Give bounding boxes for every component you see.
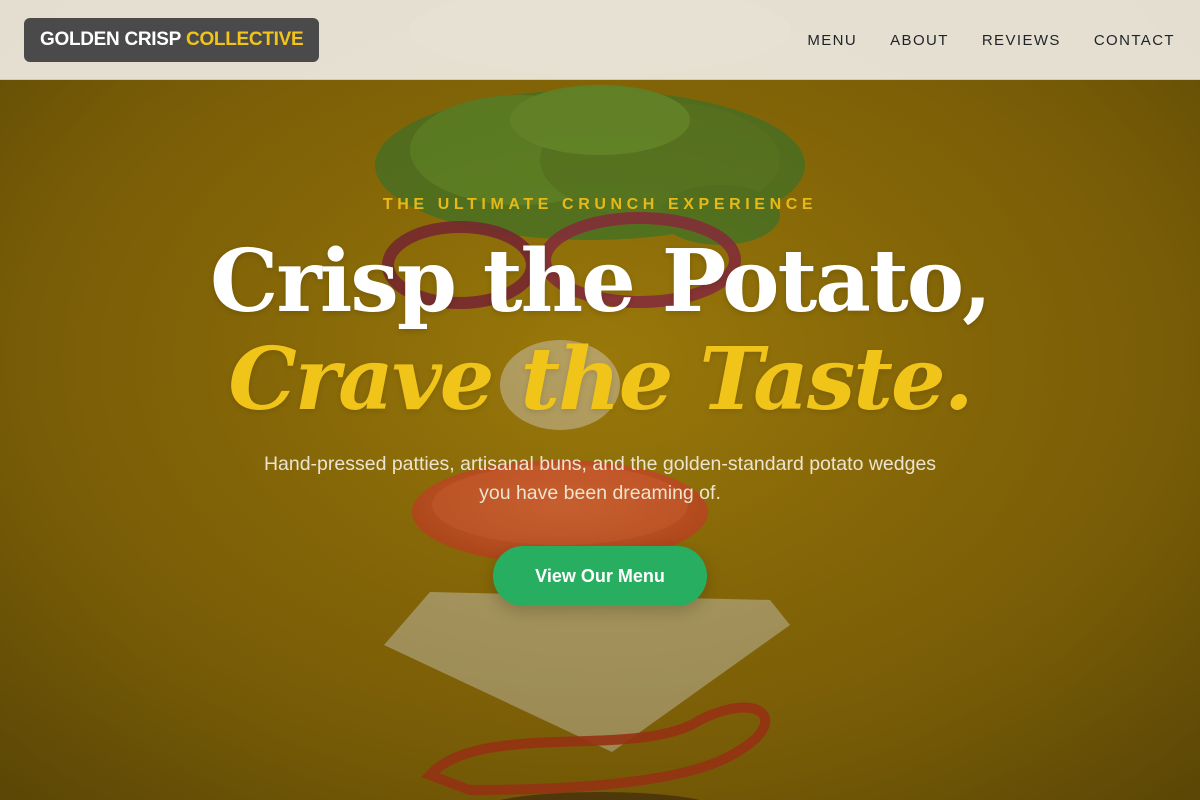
logo-main-text: GOLDEN CRISP <box>40 29 182 50</box>
page: GOLDEN CRISP COLLECTIVE MENU ABOUT REVIE… <box>0 0 1200 800</box>
nav-link-reviews[interactable]: REVIEWS <box>982 32 1061 49</box>
nav-link-menu[interactable]: MENU <box>807 32 857 49</box>
hero-subtext: Hand-pressed patties, artisanal buns, an… <box>263 453 937 504</box>
site-header: GOLDEN CRISP COLLECTIVE MENU ABOUT REVIE… <box>0 0 1200 80</box>
nav-link-about[interactable]: ABOUT <box>890 32 949 49</box>
logo[interactable]: GOLDEN CRISP COLLECTIVE <box>24 18 320 62</box>
view-menu-button[interactable]: View Our Menu <box>493 546 707 606</box>
hero-headline-line-1: Crisp the Potato, <box>209 231 992 332</box>
nav-link-contact[interactable]: CONTACT <box>1094 32 1175 49</box>
hero-headline-line-2: Crave the Taste. <box>228 329 973 430</box>
main-nav: MENU ABOUT REVIEWS CONTACT <box>774 0 1175 80</box>
logo-accent-text: COLLECTIVE <box>186 29 304 50</box>
hero-eyebrow: THE ULTIMATE CRUNCH EXPERIENCE <box>382 196 818 213</box>
